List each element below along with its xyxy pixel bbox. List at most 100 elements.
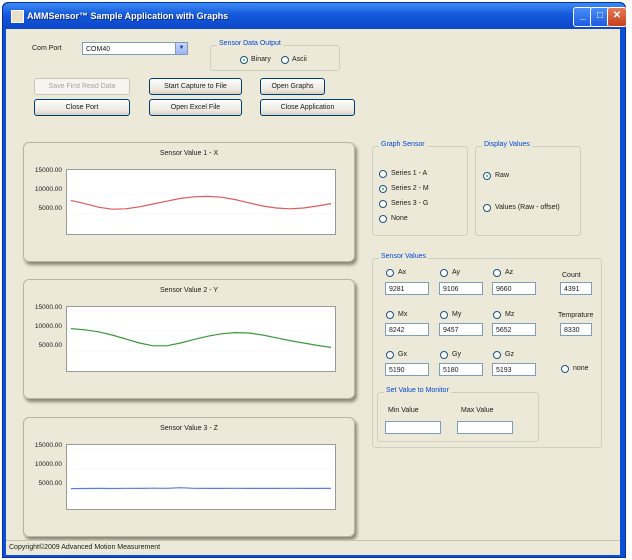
copyright-text: Copyright©2009 Advanced Motion Measureme… <box>9 544 161 551</box>
radio-ascii-label: Ascii <box>292 56 307 63</box>
main-panel: Com Port COM40 ▼ Sensor Data Output Bina… <box>6 29 620 555</box>
set-monitor-group: Set Value to Monitor <box>377 387 539 442</box>
app-icon <box>11 10 24 23</box>
radio-raw-label: Raw <box>495 172 510 179</box>
gx-label: Gx <box>398 351 407 358</box>
radio-gz[interactable] <box>493 351 501 359</box>
chart-1-ytick-15000: 15000.00 <box>34 167 62 174</box>
gx-field[interactable]: 5190 <box>385 363 429 376</box>
gy-label: Gy <box>452 351 461 358</box>
com-port-select[interactable]: COM40 ▼ <box>82 42 188 55</box>
minimize-icon: _ <box>580 10 586 21</box>
none-sensor-label: none <box>573 365 589 372</box>
chart-2-ytick-15000: 15000.00 <box>34 304 62 311</box>
close-port-button[interactable]: Close Port <box>34 99 130 116</box>
radio-ascii[interactable] <box>281 56 289 64</box>
radio-gy[interactable] <box>440 351 448 359</box>
radio-az[interactable] <box>493 269 501 277</box>
min-value-label: Min Value <box>388 407 419 414</box>
chart-1-svg <box>67 173 335 215</box>
mz-label: Mz <box>505 311 515 318</box>
radio-my[interactable] <box>440 311 448 319</box>
chart-panel-1: Sensor Value 1 - X 15000.00 10000.00 500… <box>23 142 355 262</box>
chart-1-series-line <box>70 195 332 210</box>
ax-field[interactable]: 9281 <box>385 282 429 295</box>
close-button[interactable]: ✕ <box>607 7 627 27</box>
set-monitor-title: Set Value to Monitor <box>384 387 451 394</box>
radio-ay[interactable] <box>440 269 448 277</box>
radio-gx[interactable] <box>386 351 394 359</box>
graph-sensor-title: Graph Sensor <box>379 141 427 148</box>
display-values-title: Display Values <box>482 141 532 148</box>
temperature-label: Temprature <box>558 312 594 319</box>
chart-title-3: Sensor Value 3 - Z <box>160 425 218 432</box>
sensor-values-title: Sensor Values <box>379 253 429 260</box>
display-values-group: Display Values <box>475 141 581 236</box>
radio-series-3[interactable] <box>379 200 387 208</box>
radio-none[interactable] <box>379 215 387 223</box>
chevron-down-icon[interactable]: ▼ <box>175 43 187 54</box>
close-icon: ✕ <box>612 10 622 21</box>
mx-field[interactable]: 8242 <box>385 323 429 336</box>
ay-field[interactable]: 9106 <box>439 282 483 295</box>
count-label: Count <box>562 272 581 279</box>
radio-ax[interactable] <box>386 269 394 277</box>
max-value-label: Max Value <box>461 407 494 414</box>
window-title: AMMSensor™ Sample Application with Graph… <box>27 11 229 21</box>
chart-title-1: Sensor Value 1 - X <box>159 150 219 157</box>
radio-raw[interactable] <box>483 172 491 180</box>
mz-field[interactable]: 5652 <box>492 323 536 336</box>
chart-1-ytick-10000: 10000.00 <box>34 186 62 193</box>
radio-mx[interactable] <box>386 311 394 319</box>
radio-binary[interactable] <box>240 56 248 64</box>
com-port-label: Com Port <box>32 45 62 52</box>
close-application-button[interactable]: Close Application <box>260 99 355 116</box>
gz-field[interactable]: 5193 <box>492 363 536 376</box>
open-graphs-button[interactable]: Open Graphs <box>260 78 325 95</box>
maximize-icon: □ <box>596 10 604 21</box>
gy-field[interactable]: 5180 <box>439 363 483 376</box>
radio-values-offset-label: Values (Raw - offset) <box>495 204 560 211</box>
title-bar[interactable]: AMMSensor™ Sample Application with Graph… <box>3 3 627 29</box>
temperature-field[interactable]: 8330 <box>560 323 592 336</box>
status-bar: Copyright©2009 Advanced Motion Measureme… <box>6 540 620 555</box>
gz-label: Gz <box>505 351 514 358</box>
ay-label: Ay <box>452 269 461 276</box>
chart-title-2: Sensor Value 2 - Y <box>159 287 219 294</box>
mx-label: Mx <box>398 311 408 318</box>
com-port-value: COM40 <box>86 46 111 53</box>
sensor-output-group: Sensor Data Output <box>210 40 340 71</box>
chart-2-series-line <box>70 328 332 348</box>
radio-values-offset[interactable] <box>483 204 491 212</box>
min-value-field[interactable] <box>385 421 441 434</box>
radio-series-2-label: Series 2 - M <box>391 185 429 192</box>
chart-1-ytick-5000: 5000.00 <box>38 205 63 212</box>
count-field[interactable]: 4391 <box>560 282 592 295</box>
az-field[interactable]: 9660 <box>492 282 536 295</box>
radio-series-2[interactable] <box>379 185 387 193</box>
max-value-field[interactable] <box>457 421 513 434</box>
radio-mz[interactable] <box>493 311 501 319</box>
chart-panel-3: Sensor Value 3 - Z 15000.00 10000.00 500… <box>23 417 355 537</box>
app-window: AMMSensor™ Sample Application with Graph… <box>2 2 627 558</box>
radio-series-3-label: Series 3 - G <box>391 200 429 207</box>
chart-3-ytick-10000: 10000.00 <box>34 461 62 468</box>
open-excel-button[interactable]: Open Excel File <box>149 99 242 116</box>
chart-3-svg <box>67 448 335 490</box>
chart-3-ytick-5000: 5000.00 <box>38 480 63 487</box>
my-field[interactable]: 9457 <box>439 323 483 336</box>
chart-2-ytick-5000: 5000.00 <box>38 342 63 349</box>
my-label: My <box>452 311 462 318</box>
radio-series-1[interactable] <box>379 170 387 178</box>
radio-none-sensor[interactable] <box>561 365 569 373</box>
chart-2-ytick-10000: 10000.00 <box>34 323 62 330</box>
chart-panel-2: Sensor Value 2 - Y 15000.00 10000.00 500… <box>23 279 355 399</box>
sensor-output-title: Sensor Data Output <box>217 40 283 47</box>
start-capture-button[interactable]: Start Capture to File <box>149 78 242 95</box>
radio-none-label: None <box>391 215 408 222</box>
chart-2-plot-area <box>66 306 336 372</box>
radio-series-1-label: Series 1 - A <box>391 170 428 177</box>
az-label: Az <box>505 269 514 276</box>
ax-label: Ax <box>398 269 407 276</box>
save-first-read-button[interactable]: Save First Read Data <box>34 78 130 95</box>
